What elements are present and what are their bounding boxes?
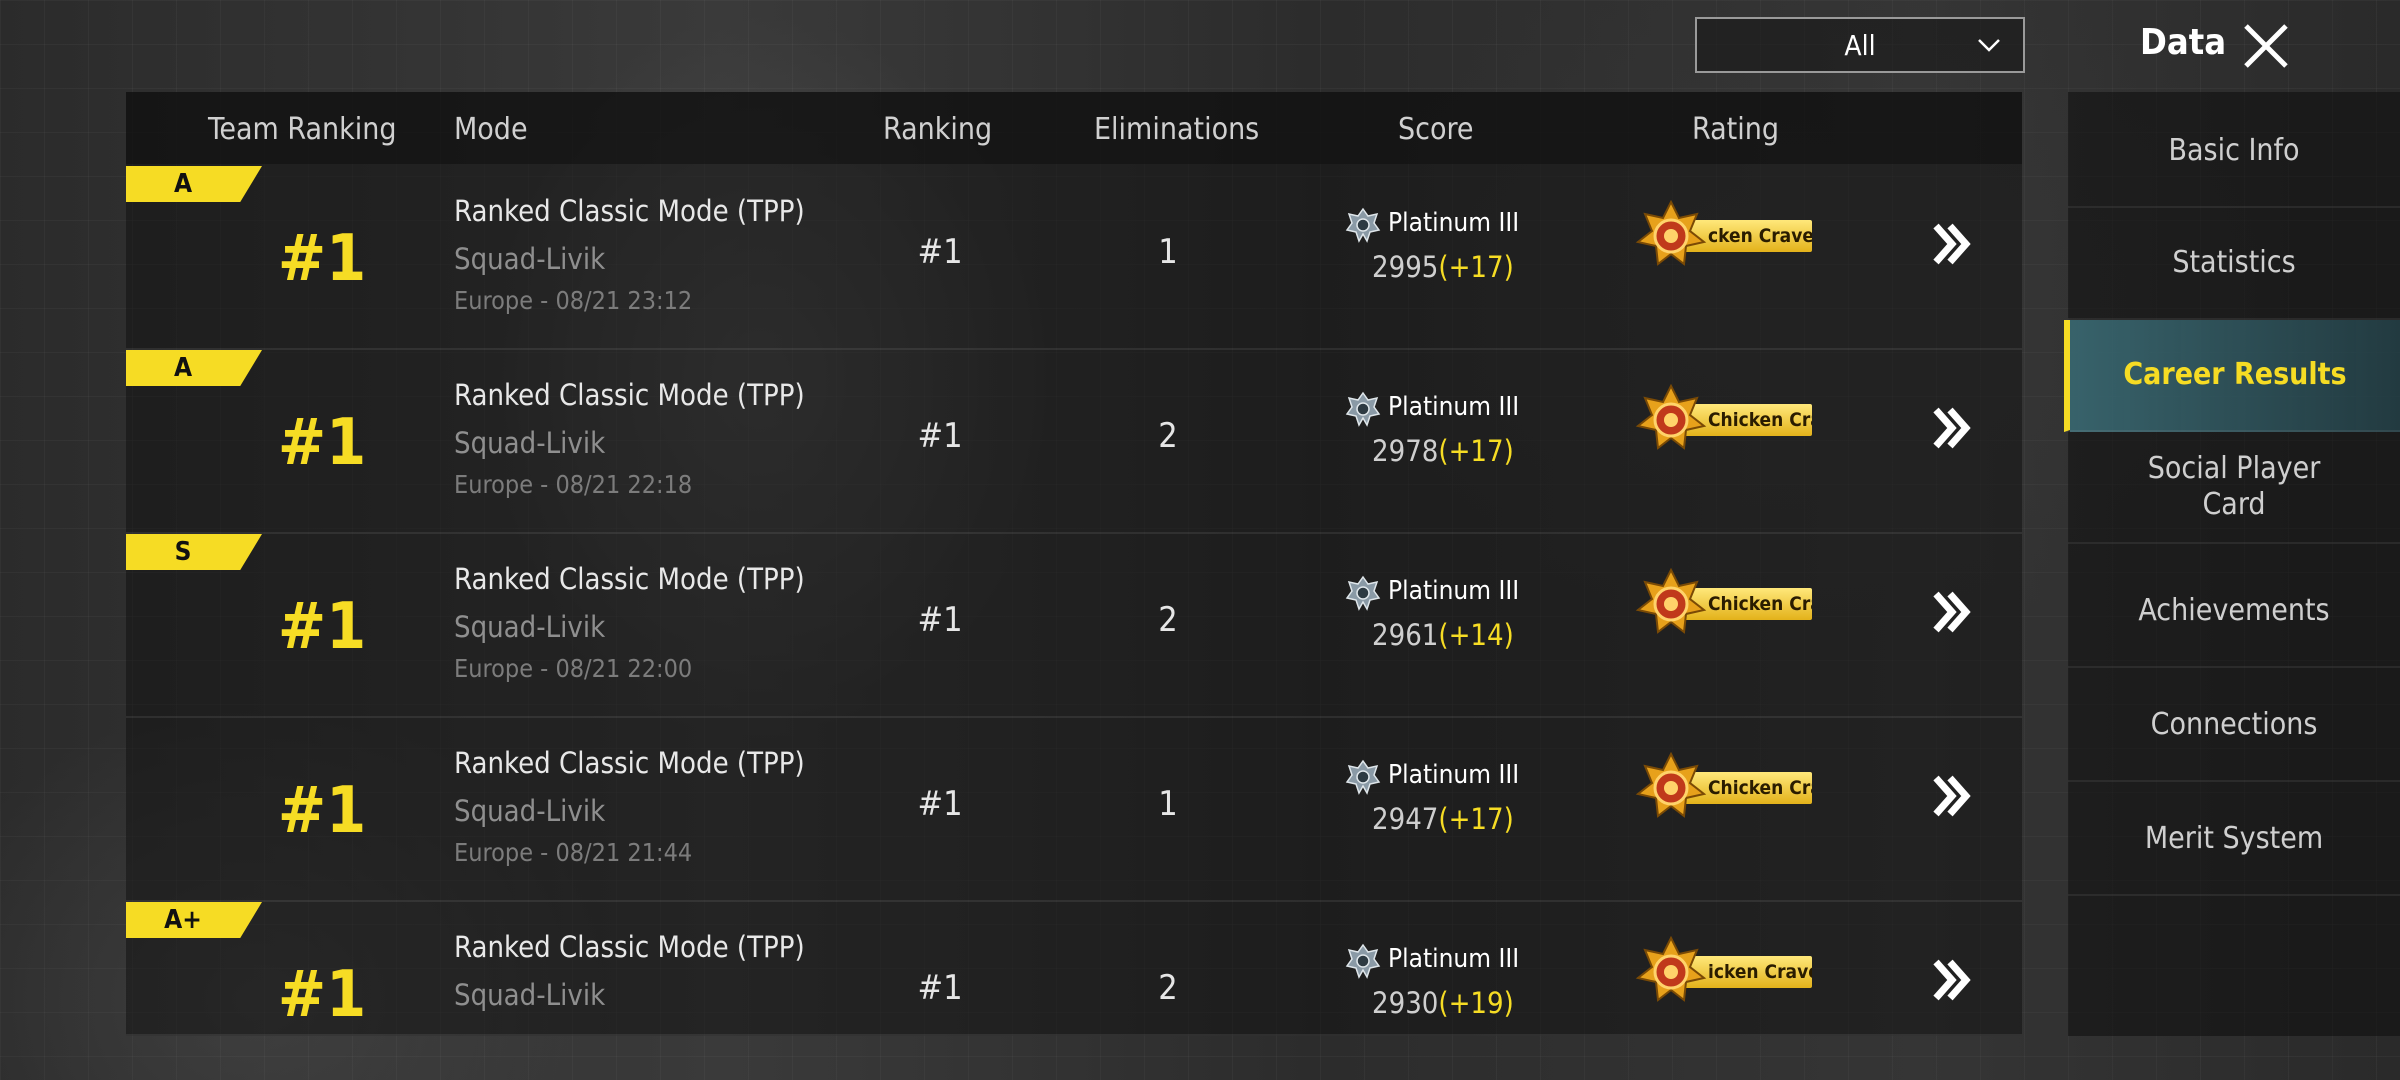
platinum-tier-icon (1345, 759, 1381, 795)
table-row[interactable]: A #1 Ranked Classic Mode (TPP) Squad-Liv… (126, 350, 2022, 534)
score-value: 2947(+17) (1372, 802, 1514, 836)
column-header-mode: Mode (454, 112, 528, 147)
grade-tag: S (126, 534, 262, 570)
mode-region-date: Europe - 08/21 22:00 (454, 654, 693, 683)
rating-medal-icon (1635, 936, 1707, 1002)
score-value: 2978(+17) (1372, 434, 1514, 468)
sidebar-item-merit-system[interactable]: Merit System (2068, 784, 2400, 896)
double-chevron-right-icon[interactable] (1932, 222, 1972, 266)
sidebar-item-achievements[interactable]: Achievements (2068, 556, 2400, 668)
sidebar-item-label: Career Results (2123, 357, 2347, 392)
ranking-value: #1 (917, 232, 963, 272)
table-row[interactable]: A+ #1 Ranked Classic Mode (TPP) Squad-Li… (126, 902, 2022, 1036)
table-row[interactable]: S #1 Ranked Classic Mode (TPP) Squad-Liv… (126, 534, 2022, 718)
sidebar-item-label: Achievements (2138, 593, 2330, 628)
filter-value: All (1844, 28, 1876, 62)
rating-medal-icon (1635, 752, 1707, 818)
tier-label: Platinum III (1388, 392, 1520, 422)
ranking-value: #1 (917, 784, 963, 824)
sidebar-item-basic-info[interactable]: Basic Info (2068, 96, 2400, 208)
sidebar-item-statistics[interactable]: Statistics (2068, 208, 2400, 320)
platinum-tier-icon (1345, 207, 1381, 243)
ranking-value: #1 (917, 600, 963, 640)
eliminations-value: 1 (1158, 784, 1178, 824)
column-header-eliminations: Eliminations (1094, 112, 1260, 147)
tier-label: Platinum III (1388, 944, 1520, 974)
double-chevron-right-icon[interactable] (1932, 774, 1972, 818)
eliminations-value: 2 (1158, 416, 1178, 456)
mode-title: Ranked Classic Mode (TPP) (454, 378, 805, 412)
column-header-score: Score (1398, 112, 1474, 147)
sidebar-item-social-player-card[interactable]: Social Player Card (2068, 432, 2400, 544)
table-row[interactable]: #1 Ranked Classic Mode (TPP) Squad-Livik… (126, 718, 2022, 902)
eliminations-value: 1 (1158, 232, 1178, 272)
double-chevron-right-icon[interactable] (1932, 590, 1972, 634)
mode-region-date: Europe - 08/21 23:12 (454, 286, 693, 315)
rating-badge: icken Craver (1634, 936, 1814, 1008)
platinum-tier-icon (1345, 575, 1381, 611)
sidebar-item-label: Connections (2150, 707, 2318, 742)
team-ranking-value: #1 (277, 222, 367, 296)
grade-tag: A (126, 350, 262, 386)
double-chevron-right-icon[interactable] (1932, 406, 1972, 450)
rating-badge: Chicken Crav (1634, 568, 1814, 640)
ranking-value: #1 (917, 968, 963, 1008)
team-ranking-value: #1 (277, 774, 367, 848)
career-results-screen: All Data Team Ranking Mode Ranking Elimi… (0, 0, 2400, 1080)
column-header-rating: Rating (1692, 112, 1779, 147)
team-ranking-value: #1 (277, 590, 367, 664)
column-header-team-ranking: Team Ranking (208, 112, 397, 147)
team-ranking-value: #1 (277, 406, 367, 480)
grade-tag: A (126, 166, 262, 202)
sidebar-item-label: Social Player Card (2147, 451, 2321, 522)
rating-medal-icon (1635, 568, 1707, 634)
eliminations-value: 2 (1158, 968, 1178, 1008)
team-ranking-value: #1 (277, 958, 367, 1032)
mode-title: Ranked Classic Mode (TPP) (454, 930, 805, 964)
rating-badge: cken Craver (1634, 200, 1814, 272)
mode-map: Squad-Livik (454, 794, 606, 828)
column-header-ranking: Ranking (883, 112, 993, 147)
mode-region-date: Europe - 08/21 21:44 (454, 838, 693, 867)
rating-medal-icon (1635, 384, 1707, 450)
grade-tag: A+ (126, 902, 262, 938)
eliminations-value: 2 (1158, 600, 1178, 640)
mode-map: Squad-Livik (454, 978, 606, 1012)
rating-medal-icon (1635, 200, 1707, 266)
sidebar-item-label: Basic Info (2168, 133, 2300, 168)
score-value: 2930(+19) (1372, 986, 1514, 1020)
page-title: Data (2140, 22, 2227, 63)
platinum-tier-icon (1345, 391, 1381, 427)
mode-filter-dropdown[interactable]: All (1695, 17, 2025, 73)
score-value: 2961(+14) (1372, 618, 1514, 652)
score-value: 2995(+17) (1372, 250, 1514, 284)
tier-label: Platinum III (1388, 760, 1520, 790)
ranking-value: #1 (917, 416, 963, 456)
table-row[interactable]: A #1 Ranked Classic Mode (TPP) Squad-Liv… (126, 166, 2022, 350)
mode-title: Ranked Classic Mode (TPP) (454, 194, 805, 228)
rating-badge: Chicken Crav (1634, 752, 1814, 824)
double-chevron-right-icon[interactable] (1932, 958, 1972, 1002)
close-icon[interactable] (2240, 20, 2292, 72)
mode-map: Squad-Livik (454, 426, 606, 460)
sidebar-item-career-results[interactable]: Career Results (2064, 320, 2400, 432)
tier-label: Platinum III (1388, 208, 1520, 238)
sidebar-item-label: Statistics (2172, 245, 2296, 280)
mode-map: Squad-Livik (454, 610, 606, 644)
chevron-down-icon (1978, 39, 2000, 52)
mode-title: Ranked Classic Mode (TPP) (454, 562, 805, 596)
mode-region-date: Europe - 08/21 22:18 (454, 470, 693, 499)
mode-title: Ranked Classic Mode (TPP) (454, 746, 805, 780)
platinum-tier-icon (1345, 943, 1381, 979)
tier-label: Platinum III (1388, 576, 1520, 606)
sidebar-item-connections[interactable]: Connections (2068, 670, 2400, 782)
mode-map: Squad-Livik (454, 242, 606, 276)
rating-badge: Chicken Crav (1634, 384, 1814, 456)
sidebar-item-label: Merit System (2144, 821, 2324, 856)
